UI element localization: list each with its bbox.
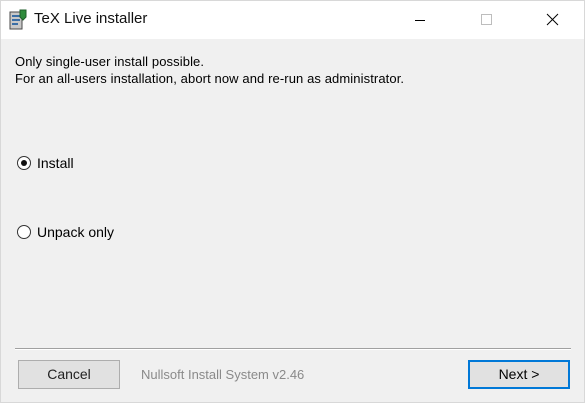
nsis-branding: Nullsoft Install System v2.46 <box>141 367 305 382</box>
window-title: TeX Live installer <box>34 10 148 27</box>
minimize-button[interactable] <box>397 1 443 39</box>
install-radio[interactable]: Install <box>17 154 87 174</box>
install-radio-label: Install <box>37 155 74 171</box>
next-button[interactable]: Next > <box>468 360 570 389</box>
maximize-button[interactable] <box>463 1 509 39</box>
message-line-2: For an all-users installation, abort now… <box>15 71 405 86</box>
message-line-1: Only single-user install possible. <box>15 54 205 69</box>
unpack-only-radio-label: Unpack only <box>37 224 115 240</box>
title-bar[interactable]: TeX Live installer <box>1 1 584 39</box>
close-button[interactable] <box>529 1 575 39</box>
cancel-button[interactable]: Cancel <box>18 360 120 389</box>
installer-window: TeX Live installer Only single-user inst… <box>0 0 585 403</box>
radio-circle <box>17 225 31 239</box>
footer-divider <box>15 348 571 350</box>
radio-selected-dot <box>21 160 27 166</box>
radio-circle <box>17 156 31 170</box>
unpack-only-radio[interactable]: Unpack only <box>17 223 127 243</box>
tex-live-installer-icon <box>9 9 27 31</box>
